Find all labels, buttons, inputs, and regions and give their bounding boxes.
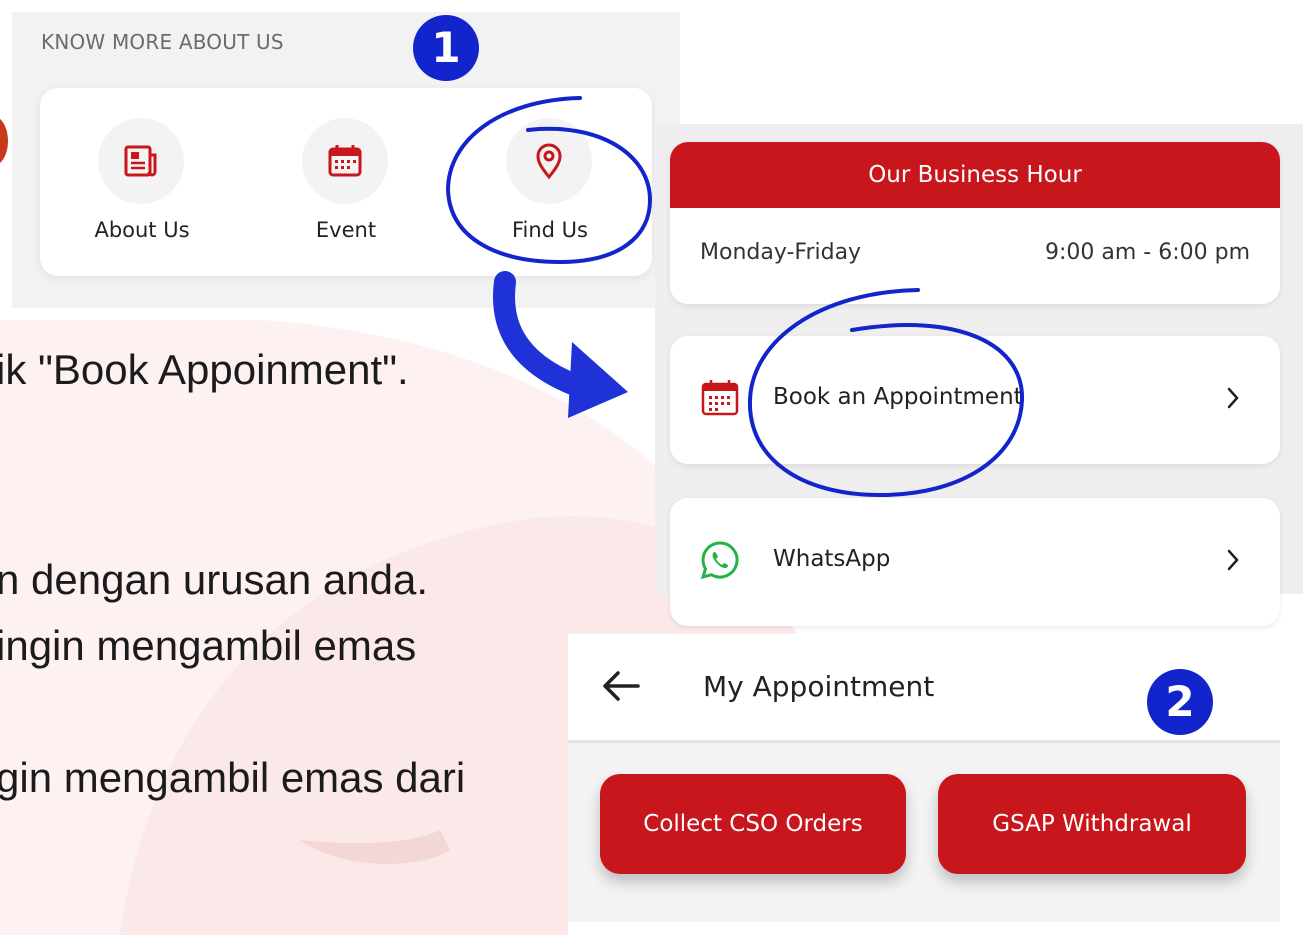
- about-us-label: About Us: [94, 218, 190, 242]
- calendar-icon: [701, 380, 739, 416]
- instruction-line: gin mengambil emas dari: [0, 754, 466, 801]
- business-hour-title: Our Business Hour: [670, 142, 1280, 208]
- instruction-line: ingin mengambil emas: [0, 622, 417, 669]
- calendar-icon: [302, 118, 388, 204]
- business-day: Monday-Friday: [700, 240, 862, 265]
- back-arrow-icon[interactable]: [602, 670, 640, 702]
- book-appointment-label: Book an Appointment: [773, 384, 1023, 410]
- chevron-right-icon: [1227, 549, 1239, 571]
- business-hour-card: Our Business Hour Monday-Friday 9:00 am …: [670, 142, 1280, 304]
- about-us-button[interactable]: About Us: [40, 88, 240, 276]
- book-appointment-button[interactable]: Book an Appointment: [670, 336, 1280, 464]
- find-us-label: Find Us: [511, 218, 588, 242]
- know-more-panel: KNOW MORE ABOUT US About Us Event Find U…: [12, 12, 680, 308]
- instruction-line: ik "Book Appoinment".: [0, 346, 409, 393]
- section-header: KNOW MORE ABOUT US: [41, 30, 284, 54]
- event-label: Event: [315, 218, 377, 242]
- location-pin-icon: [506, 118, 592, 204]
- whatsapp-button[interactable]: WhatsApp: [670, 498, 1280, 626]
- whatsapp-label: WhatsApp: [773, 546, 891, 572]
- step-badge: 2: [1147, 669, 1213, 735]
- chevron-right-icon: [1227, 387, 1239, 409]
- news-icon: [98, 118, 184, 204]
- event-button[interactable]: Event: [244, 88, 444, 276]
- find-us-panel: Our Business Hour Monday-Friday 9:00 am …: [655, 124, 1303, 626]
- gsap-withdrawal-button[interactable]: GSAP Withdrawal: [938, 774, 1246, 874]
- page-title: My Appointment: [703, 670, 935, 703]
- step-badge: 1: [413, 15, 479, 81]
- find-us-button[interactable]: Find Us: [448, 88, 648, 276]
- instruction-line: n dengan urusan anda.: [0, 556, 429, 603]
- content-card-edge: [568, 922, 1280, 942]
- whatsapp-icon: [700, 541, 739, 580]
- know-more-card: About Us Event Find Us: [40, 88, 652, 276]
- collect-cso-orders-button[interactable]: Collect CSO Orders: [600, 774, 906, 874]
- business-time: 9:00 am - 6:00 pm: [1044, 240, 1250, 265]
- business-hour-row: Monday-Friday 9:00 am - 6:00 pm: [670, 208, 1280, 304]
